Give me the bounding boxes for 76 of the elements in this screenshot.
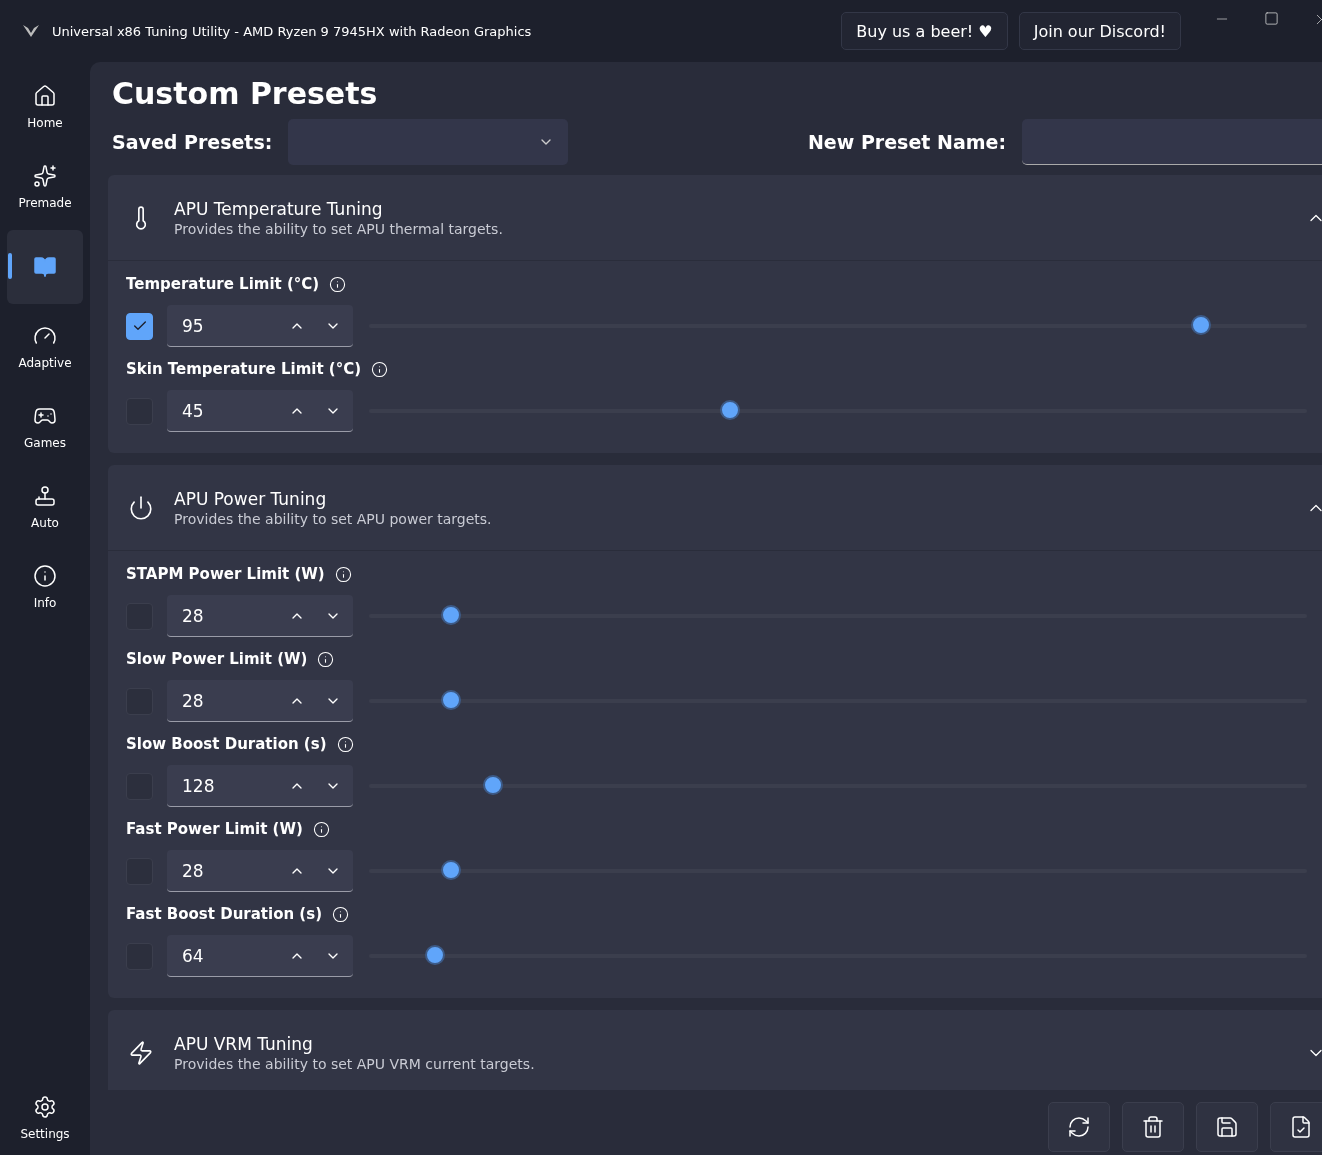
- trash-icon: [1141, 1115, 1165, 1139]
- nav-item[interactable]: [7, 230, 83, 304]
- card-description: Provides the ability to set APU VRM current targets.: [174, 1055, 536, 1072]
- number-field[interactable]: 128: [167, 765, 353, 807]
- setting-label: Skin Temperature Limit (°C): [126, 360, 362, 378]
- info-icon[interactable]: [332, 905, 349, 923]
- nav-item[interactable]: Adaptive: [7, 310, 83, 384]
- slider-thumb[interactable]: [440, 690, 461, 710]
- number-field[interactable]: 28: [167, 595, 353, 637]
- file-check-icon: [1289, 1115, 1313, 1139]
- card-title: APU Power Tuning: [174, 488, 328, 509]
- number-field[interactable]: 45: [167, 390, 353, 432]
- info-icon[interactable]: [334, 565, 352, 583]
- slider-thumb[interactable]: [440, 605, 461, 625]
- info-icon: [33, 564, 57, 588]
- nav-item[interactable]: Info: [7, 550, 83, 624]
- card-title: APU Temperature Tuning: [174, 198, 384, 219]
- nav-label: Games: [24, 436, 66, 450]
- field-label: Saved Presets:: [112, 131, 273, 153]
- nav-label: Premade: [18, 196, 72, 210]
- nav-label: Home: [27, 116, 63, 130]
- info-icon[interactable]: [317, 650, 335, 668]
- sparkle-icon: [33, 164, 57, 188]
- info-icon[interactable]: [336, 735, 354, 753]
- link-button[interactable]: Buy us a beer! ♥: [841, 12, 1008, 50]
- lightning-icon: [128, 1039, 154, 1066]
- nav-label: Info: [33, 596, 57, 610]
- info-icon[interactable]: [329, 275, 347, 293]
- window-title: Universal x86 Tuning Utility - AMD Ryzen 9 7945HX with Radeon Graphics: [52, 23, 533, 39]
- refresh-icon: [1067, 1115, 1091, 1139]
- power-icon: [128, 494, 154, 521]
- book-icon: [33, 255, 57, 279]
- checkbox[interactable]: [126, 312, 153, 340]
- slider-thumb[interactable]: [1191, 315, 1211, 335]
- save-icon: [1215, 1115, 1239, 1139]
- preset-name-field[interactable]: [1022, 119, 1322, 165]
- setting-label: Temperature Limit (°C): [126, 275, 320, 293]
- slider-thumb[interactable]: [720, 400, 741, 420]
- card-description: Provides the ability to set APU thermal targets.: [174, 220, 504, 237]
- house-icon: [33, 84, 57, 108]
- reload-button[interactable]: [1048, 1102, 1110, 1152]
- nav-item[interactable]: Settings: [7, 1081, 83, 1155]
- setting-label: STAPM Power Limit (W): [126, 565, 325, 583]
- settings-icon: [33, 1095, 57, 1119]
- nav-item[interactable]: Premade: [7, 150, 83, 224]
- slider-thumb[interactable]: [440, 860, 461, 880]
- number-field[interactable]: 28: [167, 680, 353, 722]
- nav-item[interactable]: Games: [7, 390, 83, 464]
- delete-button[interactable]: [1122, 1102, 1184, 1152]
- apply-button[interactable]: [1270, 1102, 1322, 1152]
- card-description: Provides the ability to set APU power targets.: [174, 510, 493, 527]
- number-field[interactable]: 95: [167, 305, 353, 347]
- nav-item[interactable]: Auto: [7, 470, 83, 544]
- setting-label: Fast Power Limit (W): [126, 820, 303, 838]
- nav-label: Adaptive: [18, 356, 72, 370]
- save-button[interactable]: [1196, 1102, 1258, 1152]
- info-icon[interactable]: [312, 820, 330, 838]
- joystick-icon: [33, 484, 57, 508]
- setting-label: Slow Boost Duration (s): [126, 735, 327, 753]
- link-button[interactable]: Join our Discord!: [1018, 12, 1181, 50]
- page-title: Custom Presets: [112, 76, 379, 111]
- nav-label: Auto: [31, 516, 59, 530]
- nav-label: Settings: [20, 1127, 70, 1141]
- card-title: APU VRM Tuning: [174, 1033, 314, 1054]
- nav-item[interactable]: Home: [7, 70, 83, 144]
- number-field[interactable]: 28: [167, 850, 353, 892]
- setting-label: Slow Power Limit (W): [126, 650, 308, 668]
- maximize-icon[interactable]: [1264, 10, 1279, 26]
- info-icon[interactable]: [371, 360, 389, 378]
- slider-thumb[interactable]: [424, 945, 445, 965]
- number-field[interactable]: 64: [167, 935, 353, 977]
- setting-label: Fast Boost Duration (s): [126, 905, 322, 923]
- logo-icon: [22, 24, 40, 38]
- slider-thumb[interactable]: [482, 775, 503, 795]
- selection-indicator: [8, 253, 12, 279]
- field-label: New Preset Name:: [807, 131, 1006, 153]
